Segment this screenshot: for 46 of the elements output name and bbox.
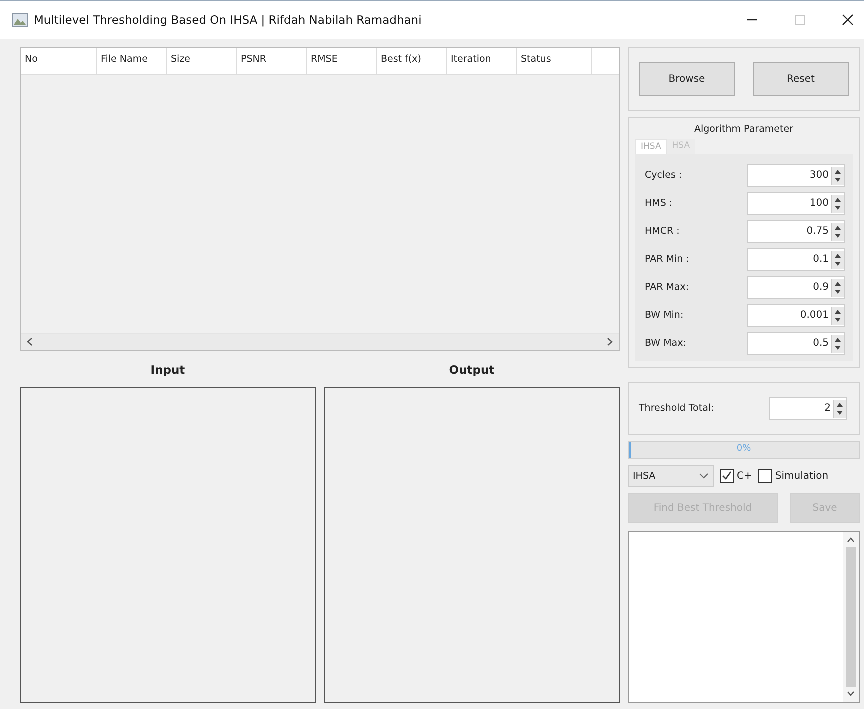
number-spinner[interactable]: 2 <box>769 397 847 420</box>
app-icon <box>12 13 28 27</box>
group-title: Algorithm Parameter <box>694 124 794 135</box>
column-header[interactable]: Iteration <box>447 48 517 74</box>
panel-label: Input <box>150 363 186 379</box>
field-label: PAR Max: <box>645 282 690 293</box>
close-icon[interactable] <box>842 14 854 26</box>
dropdown-caret-icon[interactable] <box>699 473 709 479</box>
field-label: HMCR : <box>645 226 680 237</box>
reset-button[interactable]: Reset <box>753 62 849 96</box>
browse-button[interactable]: Browse <box>639 62 735 96</box>
number-spinner[interactable]: 0.1 <box>747 248 845 271</box>
field-label: PAR Min : <box>645 254 690 265</box>
vertical-scrollbar[interactable] <box>843 532 859 702</box>
scroll-up-icon[interactable] <box>847 537 855 543</box>
checkbox-label[interactable]: Simulation <box>775 470 829 482</box>
column-header[interactable]: No <box>21 48 97 74</box>
horizontal-scrollbar[interactable] <box>21 333 619 350</box>
field-label: BW Max: <box>645 338 686 349</box>
column-header[interactable]: Status <box>517 48 592 74</box>
checkbox-label[interactable]: C+ <box>737 470 752 482</box>
progress-text: 0% <box>736 444 752 454</box>
algorithm-dropdown[interactable]: IHSA <box>628 465 714 487</box>
number-spinner[interactable]: 0.001 <box>747 304 845 327</box>
scroll-down-icon[interactable] <box>847 691 855 697</box>
checkbox[interactable] <box>758 469 772 483</box>
column-header[interactable]: RMSE <box>307 48 377 74</box>
field-label: Cycles : <box>645 170 682 181</box>
column-header[interactable]: File Name <box>97 48 167 74</box>
number-spinner[interactable]: 0.75 <box>747 220 845 243</box>
scroll-right-icon[interactable] <box>607 338 613 346</box>
column-header[interactable]: PSNR <box>237 48 307 74</box>
scroll-left-icon[interactable] <box>27 338 33 346</box>
field-label: Threshold Total: <box>639 403 714 414</box>
checkbox[interactable] <box>720 469 734 483</box>
number-spinner[interactable]: 300 <box>747 164 845 187</box>
column-header[interactable]: Size <box>167 48 237 74</box>
number-spinner[interactable]: 0.5 <box>747 332 845 355</box>
number-spinner[interactable]: 0.9 <box>747 276 845 299</box>
field-label: HMS : <box>645 198 673 209</box>
log-area[interactable] <box>628 531 860 703</box>
window-title: Multilevel Thresholding Based On IHSA | Rifdah Nabilah Ramadhani <box>34 13 423 27</box>
panel-label: Output <box>449 363 495 379</box>
field-label: BW Min: <box>645 310 684 321</box>
number-spinner[interactable]: 100 <box>747 192 845 215</box>
column-header[interactable]: Best f(x) <box>377 48 447 74</box>
